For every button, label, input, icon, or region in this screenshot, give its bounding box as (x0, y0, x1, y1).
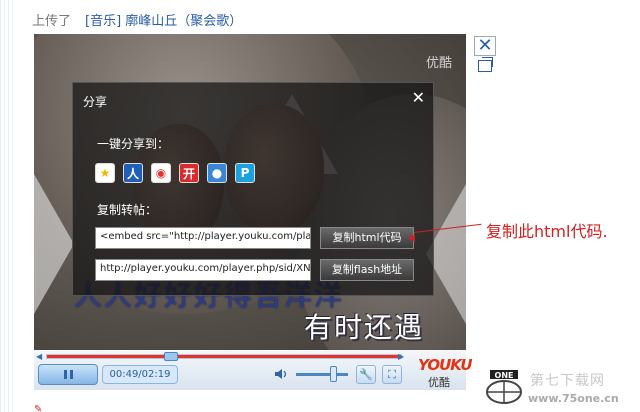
copy-flash-button[interactable]: 复制flash地址 (320, 259, 414, 281)
close-icon[interactable]: ✕ (412, 88, 425, 107)
share-panel-title: 分享 (83, 95, 108, 109)
copy-repost-label: 复制转帖： (97, 203, 158, 217)
cropped-content-icon: ✎ (34, 404, 43, 412)
site-logo-icon: ONE (486, 370, 522, 404)
youku-logo: YOUKU (418, 356, 473, 374)
post-header: 上传了 [音乐] 廓峰山丘（聚会歌） (32, 10, 242, 29)
svg-text:ONE: ONE (495, 371, 514, 380)
qzone-icon[interactable]: ★ (95, 163, 115, 183)
pengyou-icon[interactable]: P (235, 163, 255, 183)
volume-slider[interactable] (296, 373, 348, 376)
video-frame[interactable]: 优酷 人人好好好得吾洋洋 有时还遇 分享 ✕ 一键分享到： ★ 人 ◉ 开 ● … (34, 34, 466, 350)
video-player[interactable]: 优酷 人人好好好得吾洋洋 有时还遇 分享 ✕ 一键分享到： ★ 人 ◉ 开 ● … (34, 34, 473, 390)
player-controls: ◀ ▶ 00:49/02:19 🔧 ⛶ YOUKU 优酷 (34, 350, 473, 390)
restore-window-icon[interactable] (478, 57, 493, 72)
pause-icon (63, 370, 67, 379)
video-title-link[interactable]: [音乐] 廓峰山丘（聚会歌） (85, 10, 242, 29)
html-code-field[interactable]: <embed src="http://player.youku.com/play… (95, 227, 311, 249)
volume-icon[interactable] (274, 368, 290, 380)
annotation-text: 复制此html代码. (486, 222, 608, 241)
weibo-icon[interactable]: ◉ (151, 163, 171, 183)
pause-button[interactable] (38, 364, 98, 385)
pause-icon (69, 370, 73, 379)
renren-icon[interactable]: 人 (123, 163, 143, 183)
time-display: 00:49/02:19 (102, 365, 178, 384)
annotation-arrowhead (408, 234, 415, 242)
kaixin-icon[interactable]: 开 (179, 163, 199, 183)
overlay-triangle (34, 174, 74, 314)
track-start-icon: ◀ (36, 352, 43, 361)
site-name: 第七下载网 (530, 373, 605, 389)
site-url[interactable]: www.75one.cn (528, 392, 619, 405)
youku-logo-cn: 优酷 (428, 376, 450, 389)
fullscreen-icon[interactable]: ⛶ (382, 365, 402, 384)
share-icon-row: ★ 人 ◉ 开 ● P (95, 163, 255, 183)
lyrics-subtitle: 有时还遇 (304, 311, 425, 344)
progress-bar[interactable] (46, 352, 402, 361)
settings-wrench-icon[interactable]: 🔧 (356, 365, 376, 384)
post-prefix: 上传了 (32, 14, 72, 29)
copy-html-button[interactable]: 复制html代码 (320, 227, 414, 249)
qq-icon[interactable]: ● (207, 163, 227, 183)
video-watermark: 优酷 (425, 56, 452, 71)
track-end-icon: ▶ (398, 352, 405, 361)
progress-handle[interactable] (164, 352, 178, 361)
volume-handle[interactable] (330, 366, 337, 382)
progress-fill (47, 355, 401, 358)
close-icon[interactable]: ✕ (474, 36, 496, 56)
share-panel: 分享 ✕ 一键分享到： ★ 人 ◉ 开 ● P 复制转帖： <embed src… (72, 82, 434, 296)
one-click-share-label: 一键分享到： (97, 137, 170, 151)
flash-url-field[interactable]: http://player.youku.com/player.php/sid/X… (95, 259, 311, 281)
